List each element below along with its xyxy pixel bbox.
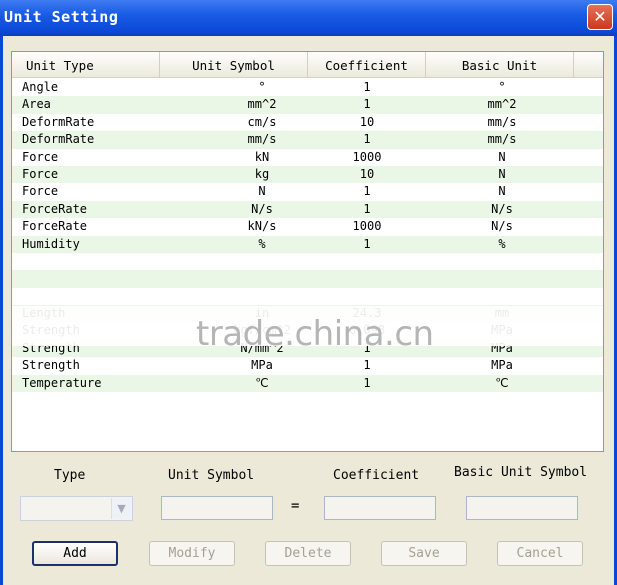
cell-coefficient: 10 — [359, 114, 375, 129]
table-row[interactable] — [12, 288, 603, 305]
cell-coefficient: 1 — [363, 132, 371, 147]
column-header-basic-unit[interactable]: Basic Unit — [426, 52, 574, 78]
cell-basic-unit: MPa — [491, 358, 513, 373]
cell-basic-unit: % — [498, 236, 506, 251]
table-row[interactable]: DeformRate mm/s 1 mm/s — [12, 131, 603, 149]
window-title: Unit Setting — [4, 8, 119, 26]
column-header-coefficient[interactable]: Coefficient — [308, 52, 426, 78]
cell-basic-unit: N/s — [491, 219, 513, 234]
close-icon: ✕ — [593, 7, 607, 26]
table-row[interactable]: Force N 1 N — [12, 183, 603, 200]
save-button[interactable]: Save — [381, 541, 467, 566]
cell-unit-type: Force — [22, 166, 59, 181]
delete-button[interactable]: Delete — [265, 541, 351, 566]
cell-basic-unit: N/s — [491, 201, 513, 216]
cell-unit-type: Strength — [22, 358, 80, 373]
cell-basic-unit: N — [498, 149, 506, 164]
cell-unit-type: DeformRate — [22, 114, 95, 129]
cell-basic-unit: ° — [498, 80, 506, 94]
basic-unit-symbol-label: Basic Unit Symbol — [454, 465, 588, 480]
cell-unit-type: DeformRate — [22, 132, 95, 147]
table-row[interactable] — [12, 270, 603, 288]
title-bar: Unit Setting ✕ — [0, 0, 617, 36]
unit-list[interactable]: Unit Type Unit Symbol Coefficient Basic … — [11, 51, 604, 452]
unit-symbol-field[interactable] — [161, 496, 273, 520]
cancel-button[interactable]: Cancel — [497, 541, 583, 566]
cell-coefficient: 1000 — [352, 149, 382, 164]
table-row[interactable]: Strength MPa 1 MPa — [12, 357, 603, 374]
coefficient-label: Coefficient — [333, 468, 420, 483]
table-row[interactable]: ForceRate N/s 1 N/s — [12, 200, 603, 219]
cell-unit-type: Area — [22, 97, 51, 112]
cell-unit-type: Force — [22, 149, 59, 164]
coefficient-field[interactable] — [324, 496, 436, 520]
cell-coefficient: 1 — [363, 97, 371, 112]
cell-unit-type: ForceRate — [22, 219, 88, 234]
column-header-unit-symbol[interactable]: Unit Symbol — [160, 52, 308, 78]
column-header-unit-type[interactable]: Unit Type — [12, 52, 160, 78]
type-label: Type — [54, 468, 86, 483]
cell-basic-unit: N — [498, 166, 506, 181]
table-row[interactable]: Humidity% 1% — [12, 235, 603, 253]
cell-unit-type: Humidity — [22, 236, 80, 251]
table-row[interactable] — [12, 253, 603, 270]
equals-sign: = — [291, 498, 300, 514]
basic-unit-symbol-field[interactable] — [466, 496, 578, 520]
close-button[interactable]: ✕ — [587, 4, 613, 30]
cell-coefficient: 1 — [363, 375, 371, 390]
cell-unit-type: ForceRate — [22, 201, 88, 216]
add-button[interactable]: Add — [32, 541, 118, 566]
type-select[interactable]: ▼ — [20, 496, 133, 521]
cell-coefficient: 10 — [359, 166, 375, 181]
cell-basic-unit: ℃ — [495, 375, 509, 390]
cell-basic-unit: mm/s — [487, 132, 517, 147]
cell-basic-unit: N — [498, 184, 506, 199]
cell-unit-type: Angle — [22, 80, 59, 94]
cell-coefficient: 1 — [363, 236, 371, 251]
cell-coefficient: 1 — [363, 184, 371, 199]
cell-unit-type: Temperature — [22, 375, 102, 390]
list-header: Unit Type Unit Symbol Coefficient Basic … — [12, 52, 603, 78]
cell-coefficient: 1 — [363, 201, 371, 216]
modify-button[interactable]: Modify — [149, 541, 235, 566]
table-row[interactable]: Force kg 10 N — [12, 165, 603, 184]
cell-basic-unit: mm^2 — [487, 97, 517, 112]
chevron-down-icon[interactable]: ▼ — [111, 498, 131, 519]
cell-coefficient: 1 — [363, 80, 371, 94]
table-row[interactable]: Force kN 1000 N — [12, 149, 603, 166]
table-row[interactable]: Angle ° 1 ° — [12, 79, 603, 96]
cell-coefficient: 1000 — [352, 219, 382, 234]
unit-symbol-label: Unit Symbol — [168, 468, 255, 483]
window-frame-left — [0, 36, 3, 585]
table-row[interactable]: Area mm^2 1 mm^2 — [12, 96, 603, 114]
cell-basic-unit: mm/s — [487, 114, 517, 129]
watermark: trade.china.cn — [196, 314, 434, 354]
table-row[interactable]: ForceRate kN/s 1000 N/s — [12, 218, 603, 235]
cell-unit-type: Force — [22, 184, 59, 199]
table-row[interactable]: Temperature ℃ 1 ℃ — [12, 374, 603, 393]
table-row[interactable]: DeformRate cm/s 10 mm/s — [12, 114, 603, 131]
cell-coefficient: 1 — [363, 358, 371, 373]
